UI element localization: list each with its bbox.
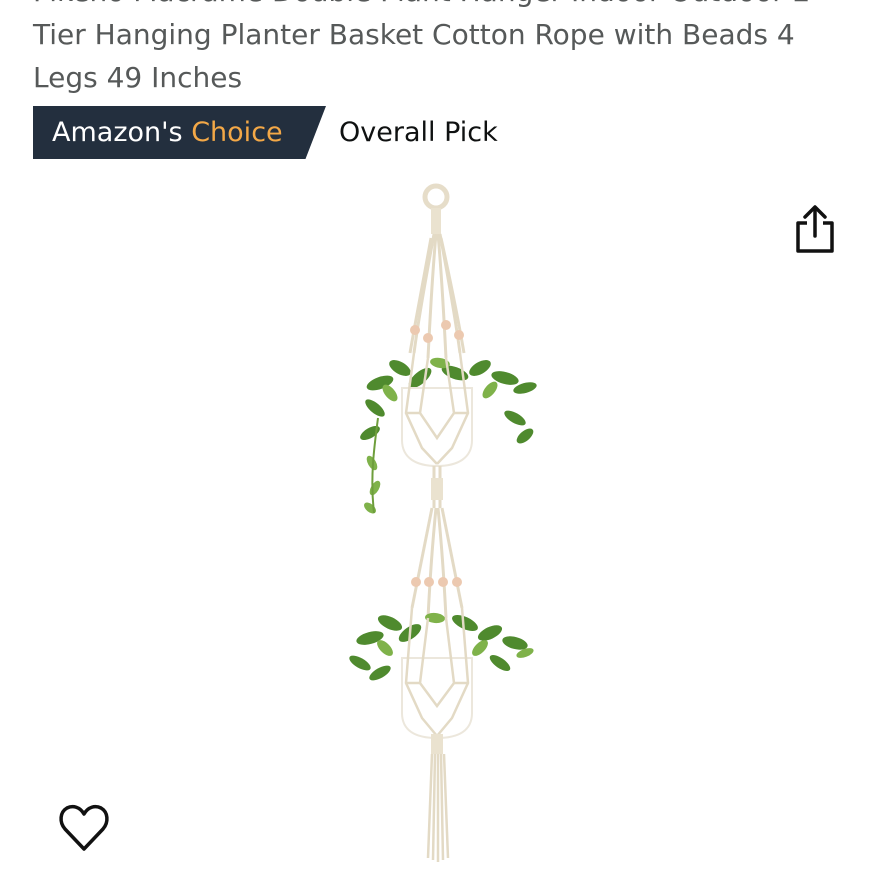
badge-prefix: Amazon's — [52, 117, 192, 148]
macrame-plant-hanger-image — [349, 183, 537, 862]
badge-category-label: Overall Pick — [339, 117, 498, 148]
product-title: Pikeno Macrame Double Plant Hanger Indoo… — [33, 0, 853, 99]
product-title-line-2: Tier Hanging Planter Basket Cotton Rope … — [33, 18, 795, 51]
product-page: Pikeno Macrame Double Plant Hanger Indoo… — [0, 0, 887, 887]
heart-icon — [59, 804, 109, 851]
product-image[interactable] — [330, 178, 560, 878]
product-title-line-1: Pikeno Macrame Double Plant Hanger Indoo… — [33, 0, 853, 13]
amazons-choice-row[interactable]: Amazon's Choice Overall Pick — [33, 106, 498, 159]
add-to-wishlist-button[interactable] — [57, 802, 111, 856]
badge-accent: Choice — [191, 117, 283, 148]
amazons-choice-badge[interactable]: Amazon's Choice — [33, 106, 326, 159]
product-title-line-3: Legs 49 Inches — [33, 61, 243, 94]
share-icon — [796, 205, 834, 253]
share-button[interactable] — [792, 203, 838, 255]
